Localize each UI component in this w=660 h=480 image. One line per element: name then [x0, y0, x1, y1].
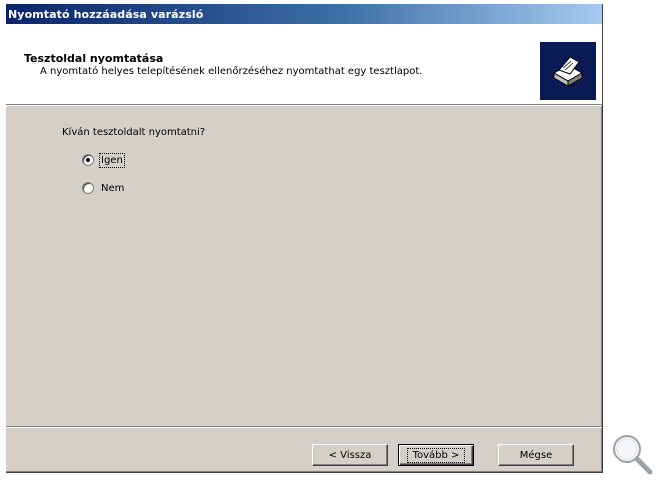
- title-bar[interactable]: Nyomtató hozzáadása varázsló: [6, 4, 602, 24]
- radio-option-no[interactable]: Nem: [82, 182, 124, 194]
- magnifier-icon[interactable]: [610, 432, 654, 476]
- question-label: Kíván tesztoldalt nyomtatni?: [62, 127, 206, 138]
- radio-label-yes: Igen: [99, 152, 125, 168]
- page-title: Tesztoldal nyomtatása: [24, 52, 164, 65]
- footer-separator: [6, 426, 602, 428]
- back-button[interactable]: < Vissza: [312, 444, 388, 466]
- cancel-button-label: Mégse: [519, 449, 553, 461]
- radio-button-yes[interactable]: [82, 154, 94, 166]
- next-button[interactable]: Tovább >: [398, 444, 474, 466]
- page-subtitle: A nyomtató helyes telepítésének ellenőrz…: [40, 66, 423, 77]
- cancel-button[interactable]: Mégse: [498, 444, 574, 466]
- back-button-label: < Vissza: [328, 449, 372, 461]
- add-printer-wizard-window: Nyomtató hozzáadása varázsló Tesztoldal …: [6, 4, 603, 473]
- window-title: Nyomtató hozzáadása varázsló: [8, 7, 204, 21]
- radio-label-no: Nem: [101, 182, 125, 194]
- wizard-header: Tesztoldal nyomtatása A nyomtató helyes …: [6, 24, 602, 105]
- radio-option-yes[interactable]: Igen: [82, 152, 125, 168]
- radio-button-no[interactable]: [82, 182, 94, 194]
- wizard-content: Kíván tesztoldalt nyomtatni? Igen Nem: [6, 105, 602, 417]
- next-button-label: Tovább >: [406, 447, 466, 463]
- printer-icon: [540, 42, 596, 100]
